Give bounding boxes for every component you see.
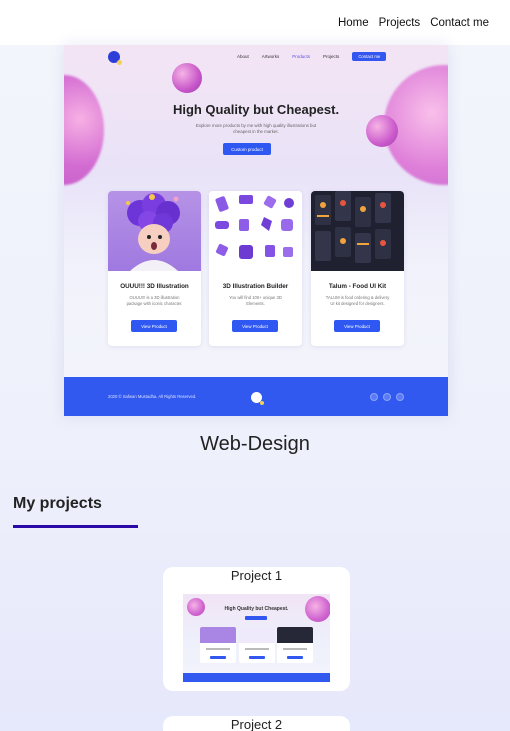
thumbnail-button xyxy=(245,616,267,620)
decor-blob xyxy=(366,115,398,147)
preview-caption: Web-Design xyxy=(200,433,310,455)
preview-logo-icon xyxy=(108,51,122,65)
thumbnail-card xyxy=(239,627,275,663)
preview-nav-projects: Projects xyxy=(323,54,340,59)
social-icon xyxy=(383,393,391,401)
product-description: OUUU!!! is a 3D illustration package wit… xyxy=(126,295,183,306)
preview-nav-artworks: Artworks xyxy=(261,54,280,59)
product-card: OUUU!!! 3D Illustration OUUU!!! is a 3D … xyxy=(108,191,201,346)
nav-link-contact[interactable]: Contact me xyxy=(428,17,491,29)
decor-blob xyxy=(64,75,104,185)
preview-footer-socials xyxy=(370,393,404,401)
thumbnail-title: High Quality but Cheapest. xyxy=(224,606,289,612)
section-title: My projects xyxy=(13,495,102,512)
view-product-button: View Product xyxy=(131,320,177,332)
preview-title: High Quality but Cheapest. xyxy=(172,102,340,117)
nav-link-home[interactable]: Home xyxy=(336,17,371,29)
social-icon xyxy=(396,393,404,401)
project-thumbnail: High Quality but Cheapest. xyxy=(183,594,330,682)
website-preview: About Artworks Products Projects Contact… xyxy=(64,45,448,416)
preview-nav: About Artworks Products Projects Contact… xyxy=(237,52,387,61)
thumbnail-card xyxy=(277,627,313,663)
product-card: Talum - Food UI Kit TALUM is food orderi… xyxy=(311,191,404,346)
decor-blob xyxy=(172,63,202,93)
view-product-button: View Product xyxy=(334,320,380,332)
social-icon xyxy=(370,393,378,401)
preview-nav-about: About xyxy=(237,54,249,59)
project-card[interactable]: Project 2 xyxy=(163,716,350,731)
preview-footer-logo-icon xyxy=(251,392,264,405)
product-title: Talum - Food UI Kit xyxy=(328,283,387,290)
product-title: OUUU!!! 3D Illustration xyxy=(120,283,189,290)
product-title: 3D Illustration Builder xyxy=(222,283,289,290)
project-title: Project 1 xyxy=(230,568,283,583)
preview-nav-products: Products xyxy=(292,54,311,59)
nav-link-projects[interactable]: Projects xyxy=(377,17,423,29)
top-nav: Home Projects Contact me xyxy=(0,0,510,45)
product-thumbnail-3d-elements xyxy=(209,191,302,271)
preview-custom-product-button: Custom product xyxy=(223,143,271,155)
preview-subtitle: Explore more products by me with high qu… xyxy=(195,123,317,134)
product-card: 3D Illustration Builder You will find 10… xyxy=(209,191,302,346)
section-underline xyxy=(13,525,138,528)
product-thumbnail-food-ui xyxy=(311,191,404,271)
thumbnail-card xyxy=(200,627,236,663)
view-product-button: View Product xyxy=(232,320,278,332)
project-title: Project 2 xyxy=(230,717,283,731)
product-description: You will find 100+ unique 3D Elements. xyxy=(229,295,282,306)
product-thumbnail-character xyxy=(108,191,201,271)
preview-contact-button: Contact me xyxy=(352,52,387,61)
preview-footer-copyright: 2020 © Safwan Mustadha. All Rights Reser… xyxy=(108,394,197,399)
project-card[interactable]: Project 1 High Quality but Cheapest. xyxy=(163,567,350,691)
preview-footer: 2020 © Safwan Mustadha. All Rights Reser… xyxy=(64,377,448,416)
product-description: TALUM is food ordering & delivery UI kit… xyxy=(325,295,390,306)
thumbnail-footer xyxy=(183,673,330,682)
